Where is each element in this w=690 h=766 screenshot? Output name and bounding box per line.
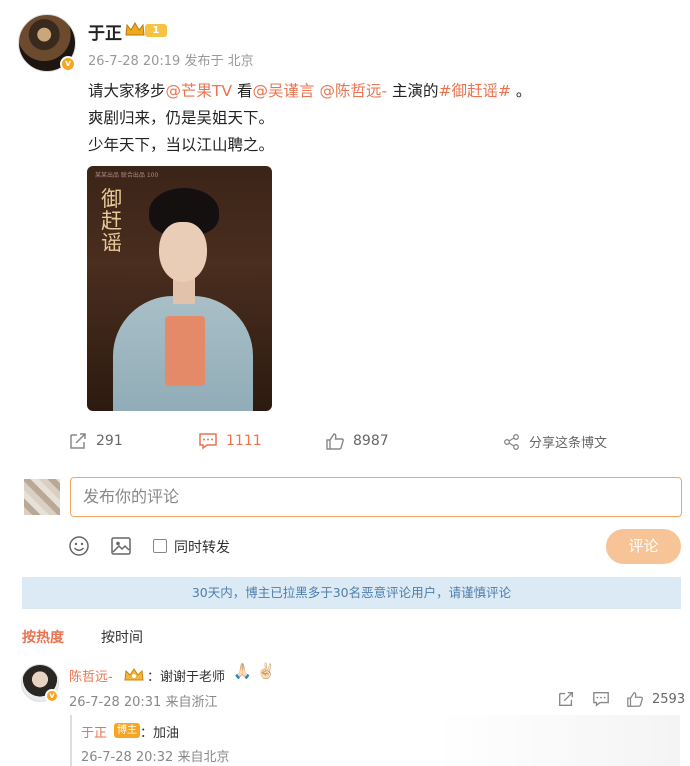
comment-like-count: 2593 [652,692,686,707]
author-name[interactable]: 于正 [88,19,122,44]
tab-sort-time[interactable]: 按时间 [101,627,143,647]
crown-icon [125,22,145,36]
comment-icon [199,433,217,450]
current-user-avatar [24,479,60,515]
image-upload-icon[interactable] [110,535,132,557]
post-timestamp[interactable]: 26-7-28 20:19 [88,54,180,69]
comment-reply-icon[interactable] [592,690,610,708]
comment-count: 1111 [226,433,262,449]
post-source: 发布于 北京 [184,54,254,69]
emoji-icon[interactable] [68,535,90,557]
reply-author[interactable]: 于正 [81,722,107,741]
poster-credits: 某某出品 联合出品 100 [95,172,159,179]
share-label: 分享这条博文 [529,436,608,451]
reply-text: ：加油 [140,726,180,741]
commenter-verified-icon: v [45,689,59,703]
comment-input[interactable]: 发布你的评论 [70,477,682,517]
reply-meta: 26-7-28 20:32 来自北京 [81,746,230,765]
thumbs-up-icon [326,433,344,450]
post-line-2: 爽剧归来，仍是吴姐天下。 [88,109,275,127]
comment-time: 26-7-28 20:31 [69,695,162,710]
mention-wu[interactable]: @吴谨言 [253,82,315,100]
post-meta: 26-7-28 20:19 发布于 北京 [88,50,254,69]
repost-button[interactable]: 291 [68,432,123,450]
like-button[interactable]: 8987 [325,432,389,450]
tab-sort-hot[interactable]: 按热度 [22,627,64,647]
comment-emoji: 🙏🏻 ✌🏻 [233,662,276,680]
hashtag-link[interactable]: #御赶谣# [439,82,511,100]
poster-figure-face [159,222,207,282]
repost-icon [70,433,86,449]
share-icon [504,433,519,450]
post-text: 请大家移步@芒果TV 看@吴谨言 @陈哲远- 主演的#御赶谣# 。 爽剧归来，仍… [88,78,678,159]
submit-comment-button[interactable]: 评论 [606,529,681,564]
post-image[interactable]: 某某出品 联合出品 100 御赶谣 [87,166,272,411]
comment-button[interactable]: 1111 [198,432,262,450]
poster-title: 御赶谣 [101,187,122,255]
reply-time: 26-7-28 20:32 [81,750,174,765]
share-button[interactable]: 分享这条博文 [503,432,607,451]
comment-text: ：谢谢于老师 [147,670,226,685]
repost-checkbox-label[interactable]: 同时转发 [174,537,230,557]
comment-location: 来自浙江 [165,695,218,710]
repost-count: 291 [96,433,123,449]
comment-meta: 26-7-28 20:31 来自浙江 [69,691,218,710]
like-count: 8987 [353,433,389,449]
reply-location: 来自北京 [177,750,230,765]
level-badge: 1 [145,24,167,37]
crown-badge-icon [124,668,144,681]
comment-notice: 30天内，博主已拉黑多于30名恶意评论用户，请谨慎评论 [22,577,681,609]
commenter-name[interactable]: 陈哲远- [69,666,113,685]
comment-repost-icon[interactable] [557,690,575,708]
reply-author-badge: 博主 [114,723,140,738]
comment-like-icon[interactable] [626,690,644,708]
post-line-3: 少年天下，当以江山聘之。 [88,136,275,154]
mention-chen[interactable]: @陈哲远- [319,82,387,100]
post-line-1: 请大家移步@芒果TV 看@吴谨言 @陈哲远- 主演的#御赶谣# 。 [88,82,532,100]
repost-checkbox[interactable] [153,539,167,553]
mention-mango[interactable]: @芒果TV [166,82,233,100]
poster-figure-sash [165,316,205,386]
verified-badge-icon: v [60,56,76,72]
